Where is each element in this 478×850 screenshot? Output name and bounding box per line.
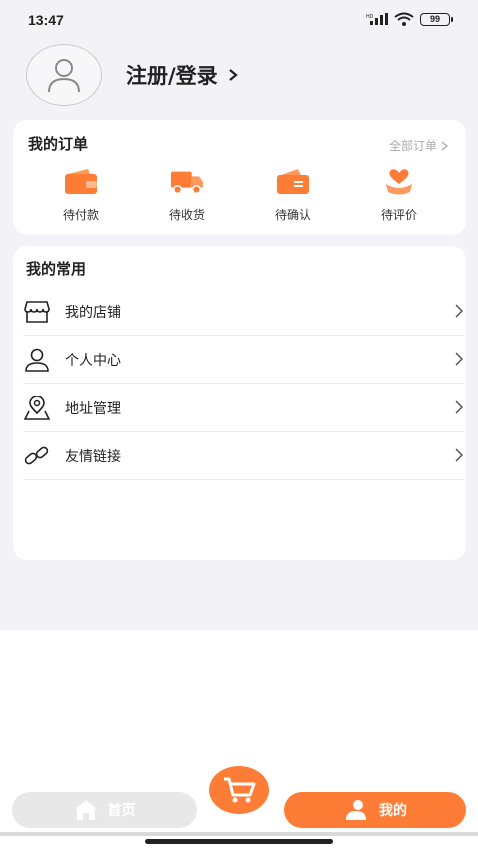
menu-label: 地址管理 [65, 400, 121, 417]
nav-cart-button[interactable] [209, 766, 269, 814]
order-label: 待收货 [168, 208, 205, 222]
orders-title: 我的订单 [28, 135, 89, 153]
chevron-right-icon [455, 304, 463, 318]
wifi-icon [394, 12, 414, 26]
order-label: 待付款 [62, 208, 99, 222]
home-icon [74, 800, 97, 820]
orders-card: 我的订单 全部订单 待付款 待收货 待确认 待评价 [13, 120, 466, 235]
battery-icon: 99 [420, 12, 453, 26]
location-icon [23, 394, 51, 422]
nav-mine-label: 我的 [379, 803, 407, 819]
status-time: 13:47 [28, 12, 64, 28]
order-pending-review[interactable]: 待评价 [346, 168, 452, 223]
all-orders-link[interactable]: 全部订单 [389, 137, 448, 154]
cart-icon [224, 777, 256, 803]
wallet-icon [64, 168, 98, 196]
chevron-right-icon [455, 400, 463, 414]
store-icon [23, 298, 51, 326]
nav-divider [0, 832, 478, 836]
order-pending-payment[interactable]: 待付款 [28, 168, 134, 223]
svg-text:HD: HD [366, 14, 374, 20]
order-pending-confirm[interactable]: 待确认 [240, 168, 346, 223]
status-bar: 13:47 HD 99 [0, 0, 478, 40]
battery-level: 99 [429, 13, 440, 24]
avatar-placeholder-icon [48, 59, 80, 93]
menu-label: 个人中心 [65, 352, 121, 369]
card-confirm-icon [276, 168, 310, 196]
order-label: 待评价 [380, 208, 417, 222]
status-icons: HD 99 [366, 12, 453, 26]
order-status-list: 待付款 待收货 待确认 待评价 [13, 168, 466, 223]
menu-item-personal-center[interactable]: 个人中心 [23, 336, 465, 384]
common-menu-list: 我的店铺 个人中心 地址管理 友情链接 [23, 288, 465, 480]
menu-item-friendly-links[interactable]: 友情链接 [23, 432, 465, 480]
heart-hand-icon [382, 168, 416, 196]
common-card: 我的常用 我的店铺 个人中心 地址管理 友情链接 [13, 246, 466, 560]
profile-header[interactable]: 注册/登录 [26, 44, 238, 106]
login-label: 注册/登录 [126, 64, 218, 88]
chevron-right-icon [455, 448, 463, 462]
order-label: 待确认 [274, 208, 311, 222]
user-filled-icon [346, 800, 366, 820]
menu-item-my-store[interactable]: 我的店铺 [23, 288, 465, 336]
nav-mine-tab[interactable]: 我的 [284, 792, 466, 828]
nav-home-tab[interactable]: 首页 [12, 792, 197, 828]
menu-label: 友情链接 [65, 448, 121, 465]
chevron-right-icon [455, 352, 463, 366]
chevron-right-icon [441, 140, 448, 151]
login-link[interactable]: 注册/登录 [126, 60, 238, 90]
menu-label: 我的店铺 [65, 304, 121, 321]
user-icon [23, 346, 51, 374]
home-indicator [145, 839, 333, 844]
bottom-nav: 首页 我的 [0, 760, 478, 850]
avatar[interactable] [26, 44, 102, 106]
order-pending-receipt[interactable]: 待收货 [134, 168, 240, 223]
truck-icon [170, 168, 204, 196]
common-title: 我的常用 [26, 260, 87, 278]
signal-icon: HD [366, 13, 388, 25]
all-orders-label: 全部订单 [388, 139, 437, 153]
link-icon [23, 442, 51, 470]
chevron-right-icon [228, 69, 238, 81]
menu-item-address-management[interactable]: 地址管理 [23, 384, 465, 432]
nav-home-label: 首页 [107, 803, 136, 819]
